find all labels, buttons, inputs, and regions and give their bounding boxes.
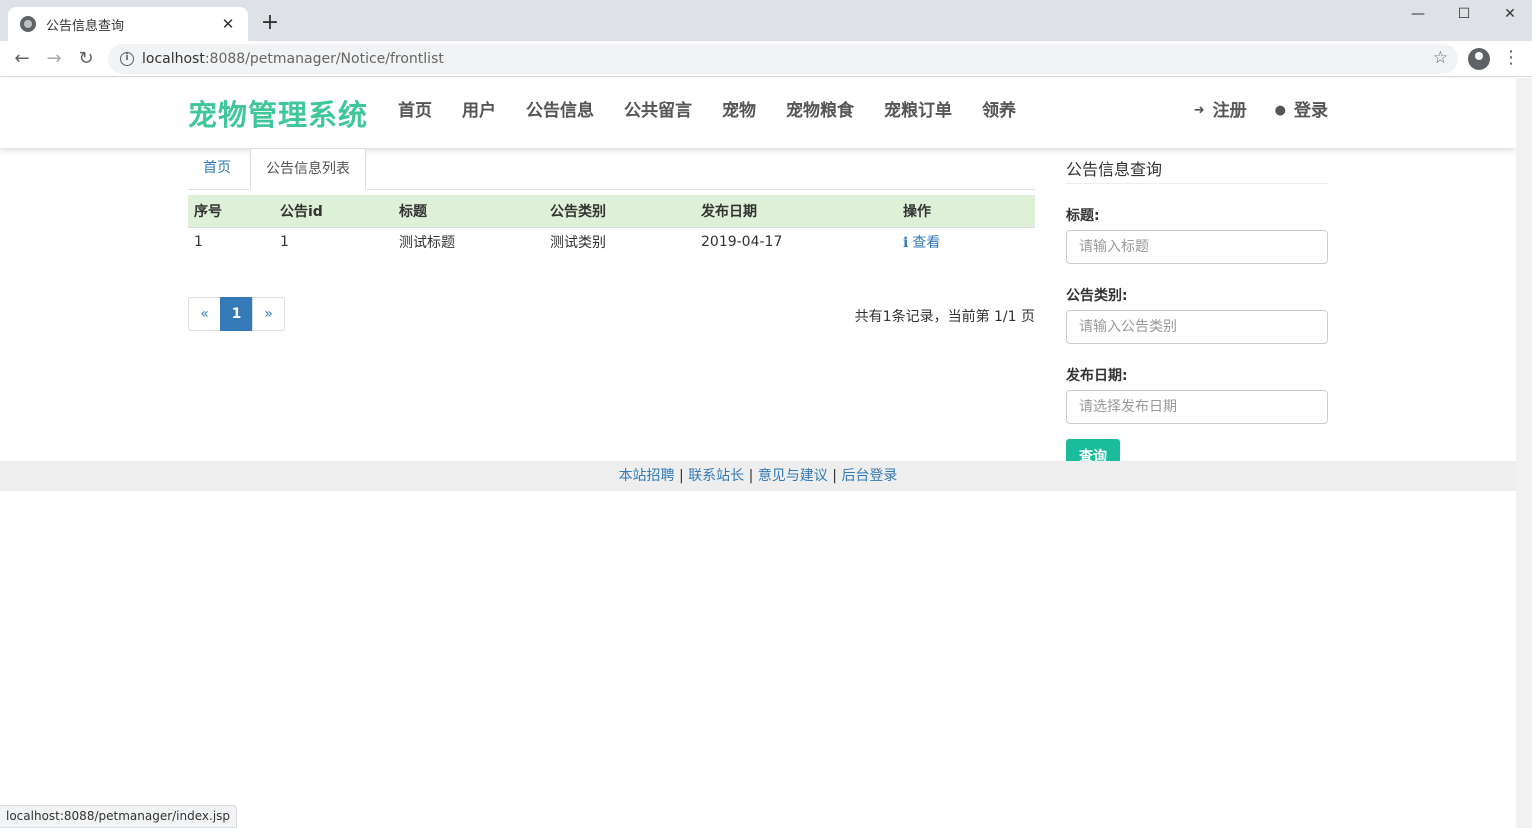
- category-label: 公告类别:: [1066, 288, 1128, 304]
- title-input[interactable]: [1066, 230, 1328, 264]
- page-info: 共有1条记录，当前第 1/1 页: [854, 309, 1035, 325]
- browser-tabstrip: 公告信息查询 ✕ + — ☐ ✕: [0, 0, 1532, 41]
- status-bar: localhost:8088/petmanager/index.jsp: [0, 805, 238, 828]
- cell-action: i 查看: [897, 227, 1035, 257]
- back-arrow-icon[interactable]: ←: [10, 47, 34, 71]
- col-id: 公告id: [274, 195, 393, 228]
- cell-date: 2019-04-17: [701, 234, 783, 251]
- nav-home[interactable]: 首页: [383, 98, 447, 124]
- col-index: 序号: [188, 195, 274, 228]
- date-input[interactable]: [1066, 390, 1328, 424]
- login-link[interactable]: ● 登录: [1275, 98, 1328, 124]
- address-bar[interactable]: i localhost:8088/petmanager/Notice/front…: [108, 44, 1458, 74]
- register-label: 注册: [1212, 101, 1247, 121]
- profile-icon[interactable]: [1468, 48, 1490, 70]
- browser-tab-title: 公告信息查询: [46, 18, 125, 34]
- maximize-icon[interactable]: ☐: [1441, 0, 1487, 28]
- nav-messages[interactable]: 公共留言: [609, 98, 707, 124]
- info-icon[interactable]: i: [120, 52, 134, 66]
- tab-home[interactable]: 首页: [188, 148, 246, 190]
- next-page-button[interactable]: »: [252, 297, 285, 331]
- nav-food-orders[interactable]: 宠粮订单: [869, 98, 967, 124]
- search-panel-title: 公告信息查询: [1066, 156, 1328, 184]
- new-tab-icon[interactable]: +: [258, 10, 282, 36]
- nav-pet-food[interactable]: 宠物粮食: [771, 98, 869, 124]
- search-panel: 公告信息查询 标题: 公告类别: 发布日期: 查询: [1066, 156, 1328, 473]
- view-link[interactable]: i 查看: [903, 235, 940, 251]
- footer-separator: |: [679, 468, 684, 484]
- tab-notice-list[interactable]: 公告信息列表: [250, 148, 366, 190]
- date-label: 发布日期:: [1066, 368, 1128, 384]
- table-row: 1 1 测试标题 测试类别 2019-04-17 i 查看: [188, 227, 1035, 257]
- footer-link-contact[interactable]: 联系站长: [688, 468, 744, 484]
- user-icon: ●: [1274, 103, 1286, 118]
- table-header-row: 序号 公告id 标题 公告类别 发布日期 操作: [188, 195, 1035, 228]
- col-category: 公告类别: [544, 195, 695, 228]
- sign-in-icon: ➜: [1193, 103, 1205, 118]
- reload-icon[interactable]: ↻: [74, 47, 98, 71]
- footer-link-admin-login[interactable]: 后台登录: [841, 468, 897, 484]
- minimize-icon[interactable]: —: [1395, 0, 1441, 28]
- globe-icon: [20, 16, 36, 32]
- notice-table: 序号 公告id 标题 公告类别 发布日期 操作 1 1 测试标题 测试类别 20…: [188, 195, 1035, 257]
- content-tabs: 首页 公告信息列表: [188, 148, 1035, 190]
- page-1-button[interactable]: 1: [220, 297, 253, 331]
- col-action: 操作: [897, 195, 1035, 228]
- footer-link-feedback[interactable]: 意见与建议: [758, 468, 828, 484]
- menu-dots-icon[interactable]: ⋮: [1502, 47, 1520, 68]
- pagination: « 1 »: [188, 297, 285, 331]
- cell-title: 测试标题: [399, 235, 455, 252]
- page-content: 宠物管理系统 首页 用户 公告信息 公共留言 宠物 宠物粮食 宠粮订单 领养 ➜…: [0, 78, 1516, 828]
- browser-toolbar: ← → ↻ i localhost:8088/petmanager/Notice…: [0, 41, 1532, 77]
- nav-pets[interactable]: 宠物: [707, 98, 771, 124]
- title-label: 标题:: [1066, 208, 1100, 224]
- col-title: 标题: [393, 195, 544, 228]
- footer-separator: |: [832, 468, 837, 484]
- info-icon: i: [903, 235, 909, 252]
- cell-category: 测试类别: [550, 235, 606, 252]
- bookmark-star-icon[interactable]: ☆: [1433, 48, 1448, 68]
- browser-tab[interactable]: 公告信息查询 ✕: [8, 7, 248, 41]
- prev-page-button[interactable]: «: [188, 297, 221, 331]
- page-scrollbar[interactable]: [1516, 78, 1532, 828]
- forward-arrow-icon[interactable]: →: [42, 47, 66, 71]
- nav-adoption[interactable]: 领养: [967, 98, 1031, 124]
- category-input[interactable]: [1066, 310, 1328, 344]
- url-text: localhost:8088/petmanager/Notice/frontli…: [142, 51, 444, 67]
- footer-link-jobs[interactable]: 本站招聘: [619, 468, 675, 484]
- site-header: 宠物管理系统 首页 用户 公告信息 公共留言 宠物 宠物粮食 宠粮订单 领养 ➜…: [0, 78, 1516, 148]
- cell-index: 1: [194, 234, 203, 251]
- view-label: 查看: [912, 235, 941, 252]
- col-date: 发布日期: [695, 195, 897, 228]
- footer-separator: |: [748, 468, 754, 484]
- site-footer: 本站招聘 | 联系站长 | 意见与建议 | 后台登录: [0, 461, 1516, 491]
- nav-users[interactable]: 用户: [447, 98, 511, 124]
- main-nav: 首页 用户 公告信息 公共留言 宠物 宠物粮食 宠粮订单 领养: [383, 98, 1031, 124]
- brand-logo[interactable]: 宠物管理系统: [188, 92, 368, 134]
- nav-notices[interactable]: 公告信息: [511, 98, 609, 124]
- register-link[interactable]: ➜ 注册: [1194, 98, 1247, 124]
- window-close-icon[interactable]: ✕: [1487, 0, 1532, 28]
- cell-id: 1: [280, 234, 289, 251]
- login-label: 登录: [1294, 101, 1328, 121]
- auth-links: ➜ 注册 ● 登录: [1166, 98, 1328, 124]
- close-tab-icon[interactable]: ✕: [220, 15, 236, 33]
